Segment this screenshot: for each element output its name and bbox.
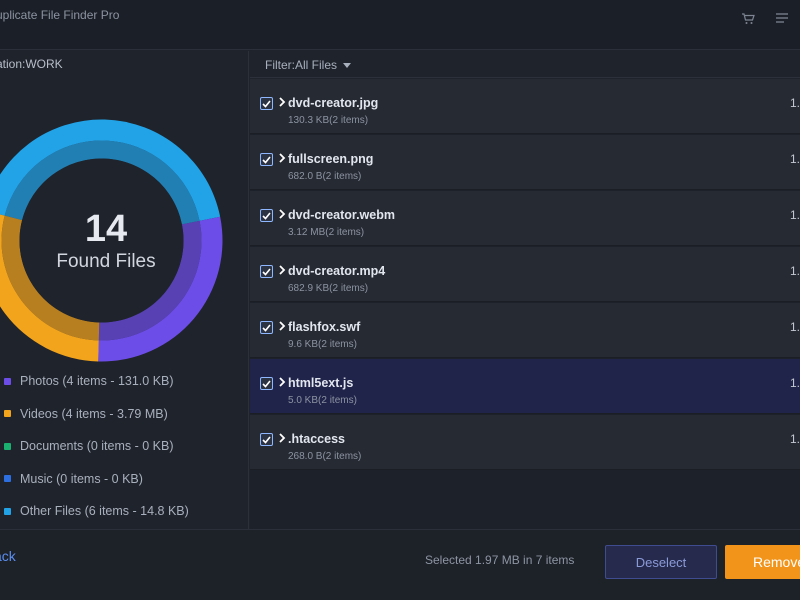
file-row[interactable]: flashfox.swf 9.6 KB(2 items) 1. — [250, 303, 800, 358]
legend: Photos (4 items - 131.0 KB) Videos (4 it… — [4, 365, 189, 528]
legend-dot-videos — [4, 410, 11, 418]
file-size-truncated: 1. — [790, 208, 800, 222]
file-size-truncated: 1. — [790, 376, 800, 390]
file-row[interactable]: dvd-creator.jpg 130.3 KB(2 items) 1. — [250, 79, 800, 134]
file-row[interactable]: .htaccess 268.0 B(2 items) 1. — [250, 415, 800, 470]
row-checkbox[interactable] — [260, 265, 273, 278]
file-size-truncated: 1. — [790, 320, 800, 334]
chevron-down-icon — [343, 62, 352, 68]
legend-item-other-files: Other Files (6 items - 14.8 KB) — [4, 495, 189, 528]
row-checkbox[interactable] — [260, 321, 273, 334]
file-meta: 682.0 B(2 items) — [288, 171, 362, 182]
duplicate-file-list: dvd-creator.jpg 130.3 KB(2 items) 1. ful… — [250, 79, 800, 529]
row-checkbox[interactable] — [260, 377, 273, 390]
file-row[interactable]: dvd-creator.webm 3.12 MB(2 items) 1. — [250, 191, 800, 246]
chevron-right-icon[interactable] — [278, 151, 288, 163]
file-row[interactable]: fullscreen.png 682.0 B(2 items) 1. — [250, 135, 800, 190]
chevron-right-icon[interactable] — [278, 263, 288, 275]
chevron-right-icon[interactable] — [278, 207, 288, 219]
remove-button[interactable]: Remove — [725, 545, 800, 579]
legend-dot-documents — [4, 442, 11, 450]
cart-icon[interactable] — [740, 10, 756, 26]
chevron-right-icon[interactable] — [278, 95, 288, 107]
legend-item-documents: Documents (0 items - 0 KB) — [4, 430, 189, 463]
file-meta: 682.9 KB(2 items) — [288, 283, 369, 294]
chevron-right-icon[interactable] — [278, 375, 288, 387]
file-meta: 268.0 B(2 items) — [288, 451, 362, 462]
chevron-right-icon[interactable] — [278, 319, 288, 331]
file-size-truncated: 1. — [790, 432, 800, 446]
row-checkbox[interactable] — [260, 209, 273, 222]
chevron-right-icon[interactable] — [278, 431, 288, 443]
legend-item-photos: Photos (4 items - 131.0 KB) — [4, 365, 189, 398]
legend-dot-music — [4, 475, 11, 483]
selected-summary: Selected 1.97 MB in 7 items — [425, 553, 575, 567]
donut-center: 14 Found Files — [0, 119, 223, 362]
legend-item-videos: Videos (4 items - 3.79 MB) — [4, 398, 189, 431]
file-meta: 5.0 KB(2 items) — [288, 395, 357, 406]
file-name: flashfox.swf — [288, 320, 361, 334]
action-bar: ack Selected 1.97 MB in 7 items Deselect… — [0, 529, 800, 600]
legend-label-music: Music (0 items - 0 KB) — [20, 471, 143, 486]
legend-item-music: Music (0 items - 0 KB) — [4, 463, 189, 496]
file-name: html5ext.js — [288, 376, 354, 390]
title-bar: uplicate File Finder Pro — [0, 0, 800, 50]
file-meta: 9.6 KB(2 items) — [288, 339, 357, 350]
app-title: uplicate File Finder Pro — [0, 8, 120, 22]
legend-label-other-files: Other Files (6 items - 14.8 KB) — [20, 504, 189, 519]
back-link[interactable]: ack — [0, 548, 16, 564]
legend-dot-other-files — [4, 507, 11, 515]
file-meta: 130.3 KB(2 items) — [288, 115, 369, 126]
found-label: Found Files — [56, 250, 156, 272]
legend-label-documents: Documents (0 items - 0 KB) — [20, 439, 174, 454]
legend-label-videos: Videos (4 items - 3.79 MB) — [20, 406, 168, 421]
file-size-truncated: 1. — [790, 264, 800, 278]
file-name: dvd-creator.webm — [288, 208, 395, 222]
file-row[interactable]: dvd-creator.mp4 682.9 KB(2 items) 1. — [250, 247, 800, 302]
filter-label: Filter:All Files — [265, 58, 338, 72]
menu-icon[interactable] — [774, 10, 790, 26]
file-name: fullscreen.png — [288, 152, 374, 166]
file-name: .htaccess — [288, 432, 345, 446]
file-meta: 3.12 MB(2 items) — [288, 227, 365, 238]
file-name: dvd-creator.mp4 — [288, 264, 386, 278]
file-size-truncated: 1. — [790, 96, 800, 110]
row-checkbox[interactable] — [260, 433, 273, 446]
row-checkbox[interactable] — [260, 97, 273, 110]
legend-dot-photos — [4, 377, 11, 385]
found-files-donut: 14 Found Files — [0, 119, 223, 362]
file-name: dvd-creator.jpg — [288, 96, 379, 110]
list-header: Filter:All Files — [250, 51, 800, 78]
legend-label-photos: Photos (4 items - 131.0 KB) — [20, 374, 174, 389]
file-size-truncated: 1. — [790, 152, 800, 166]
deselect-button[interactable]: Deselect — [605, 545, 717, 579]
filter-dropdown[interactable]: Filter:All Files — [265, 58, 352, 72]
file-row-selected[interactable]: html5ext.js 5.0 KB(2 items) 1. — [250, 359, 800, 414]
row-checkbox[interactable] — [260, 153, 273, 166]
summary-panel: ation:WORK 14 Found Files Photos (4 item… — [0, 51, 249, 529]
scan-location: ation:WORK — [0, 57, 63, 71]
found-count: 14 — [84, 207, 128, 250]
